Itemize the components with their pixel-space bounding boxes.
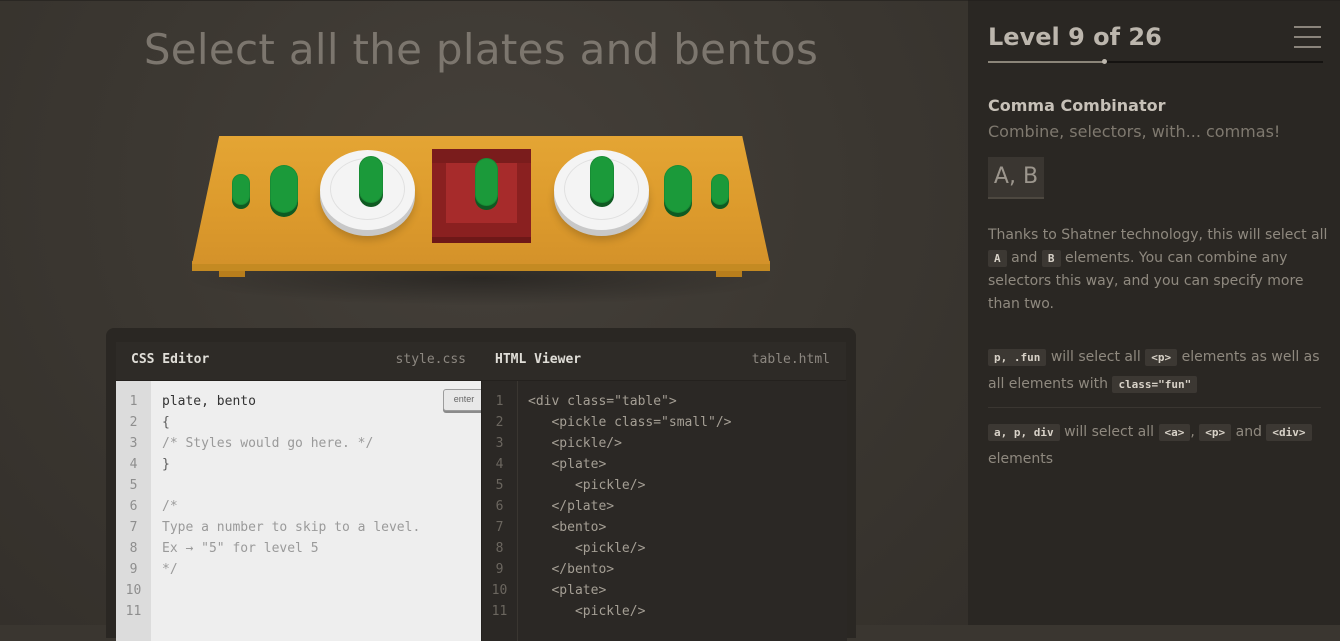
example-2: a, p, div will select all <a>, <p> and <… — [988, 419, 1328, 472]
css-code-line: Ex → "5" for level 5 — [162, 541, 319, 556]
example-2-tag-a: <a> — [1158, 424, 1191, 441]
html-line-number: 9 — [495, 562, 504, 577]
lesson-description: Thanks to Shatner technology, this will … — [988, 224, 1328, 316]
html-file-name: table.html — [751, 352, 830, 367]
html-line-number: 7 — [495, 520, 504, 535]
pickle-on-plate-left[interactable] — [359, 156, 383, 203]
css-code-line: Type a number to skip to a level. — [162, 520, 421, 535]
css-line-number: 10 — [125, 583, 142, 598]
desc-text-2: and — [1011, 250, 1038, 266]
example-2-tag-p: <p> — [1199, 424, 1232, 441]
html-viewer-title: HTML Viewer — [495, 352, 582, 367]
selector-syntax: A, B — [988, 157, 1044, 199]
html-line-number: 1 — [495, 394, 504, 409]
code-editor: CSS Editor style.css HTML Viewer table.h… — [106, 328, 856, 641]
instructions-sidebar: Level 9 of 26 Comma Combinator Combine, … — [968, 0, 1340, 625]
css-line-number: 7 — [129, 520, 138, 535]
table-shadow — [180, 266, 780, 306]
html-line-number: 3 — [495, 436, 504, 451]
css-line-number: 4 — [129, 457, 138, 472]
html-code-line[interactable]: <div class="table"> — [528, 391, 677, 412]
pickle-small-right[interactable] — [711, 174, 729, 205]
game-area: Select all the plates and bentos CSS Edi… — [0, 0, 968, 641]
table-scene — [0, 1, 968, 321]
example-1: p, .fun will select all <p> elements as … — [988, 344, 1328, 398]
css-input-line[interactable]: plate, bento — [162, 391, 256, 412]
html-line-number: 8 — [495, 541, 504, 556]
lesson-title: Comma Combinator — [988, 96, 1166, 115]
css-line-number: 6 — [129, 499, 138, 514]
css-line-number: 9 — [129, 562, 138, 577]
html-viewer-header: HTML Viewer table.html — [495, 342, 830, 378]
lesson-subtitle: Combine, selectors, with... commas! — [988, 122, 1281, 141]
html-code-line[interactable]: <bento> — [528, 517, 606, 538]
html-code-line[interactable]: </bento> — [528, 559, 614, 580]
level-indicator: Level 9 of 26 — [988, 23, 1162, 51]
html-code-line[interactable]: <plate> — [528, 580, 606, 601]
pickle-small-left[interactable] — [232, 174, 250, 205]
css-code-line: { — [162, 415, 170, 430]
css-line-number: 5 — [129, 478, 138, 493]
css-code-line: /* — [162, 499, 178, 514]
html-line-number: 2 — [495, 415, 504, 430]
html-code-line[interactable]: <pickle/> — [528, 433, 621, 454]
html-code-line[interactable]: <pickle/> — [528, 538, 645, 559]
css-line-number: 2 — [129, 415, 138, 430]
css-file-name: style.css — [395, 352, 466, 367]
example-1-tag: <p> — [1145, 349, 1178, 366]
html-code-line[interactable]: </plate> — [528, 496, 614, 517]
examples-divider — [988, 407, 1321, 408]
hamburger-menu-icon[interactable] — [1294, 26, 1321, 48]
example-2-tag-div: <div> — [1266, 424, 1312, 441]
css-editor-pane[interactable]: enter 1 plate, bento 2 {3 /* Styles would go… — [116, 381, 485, 641]
example-2-selector: a, p, div — [988, 424, 1060, 441]
example-2-text-1: will select all — [1064, 424, 1155, 440]
pickle-on-plate-right[interactable] — [590, 156, 614, 203]
example-2-text-3: elements — [988, 451, 1054, 467]
example-1-class: class="fun" — [1112, 376, 1198, 393]
html-line-number: 6 — [495, 499, 504, 514]
pickle-in-bento[interactable] — [475, 158, 498, 206]
html-code-line[interactable]: <pickle/> — [528, 601, 645, 622]
pickle-right[interactable] — [664, 165, 692, 213]
example-1-selector: p, .fun — [988, 349, 1047, 366]
desc-code-a: A — [988, 250, 1007, 267]
css-line-number: 3 — [129, 436, 138, 451]
html-viewer-pane: 1 <div class="table"> 2 <pickle class="sma… — [481, 381, 847, 641]
css-line-number: 8 — [129, 541, 138, 556]
css-line-number: 11 — [125, 604, 142, 619]
pickle-left[interactable] — [270, 165, 298, 213]
html-code-line[interactable]: <pickle/> — [528, 475, 645, 496]
css-line-number: 1 — [129, 394, 138, 409]
example-2-comma: , — [1190, 424, 1195, 440]
css-editor-header: CSS Editor style.css — [131, 342, 466, 378]
example-1-text-1: will select all — [1050, 349, 1141, 365]
html-line-number: 5 — [495, 478, 504, 493]
css-editor-title: CSS Editor — [131, 352, 210, 367]
html-code-line[interactable]: <pickle class="small"/> — [528, 412, 731, 433]
level-progress-marker — [1102, 59, 1107, 64]
html-line-number: 4 — [495, 457, 504, 472]
css-code-line: } — [162, 457, 170, 472]
example-2-text-2: and — [1235, 424, 1262, 440]
css-code-line: */ — [162, 562, 178, 577]
html-line-number: 10 — [491, 583, 508, 598]
level-progress-fill — [988, 61, 1104, 63]
html-line-number: 11 — [491, 604, 508, 619]
enter-button[interactable]: enter — [443, 389, 485, 411]
desc-code-b: B — [1041, 250, 1061, 267]
html-code-line[interactable]: <plate> — [528, 454, 606, 475]
desc-text-1: Thanks to Shatner technology, this will … — [988, 227, 1328, 243]
css-code-line: /* Styles would go here. */ — [162, 436, 374, 451]
